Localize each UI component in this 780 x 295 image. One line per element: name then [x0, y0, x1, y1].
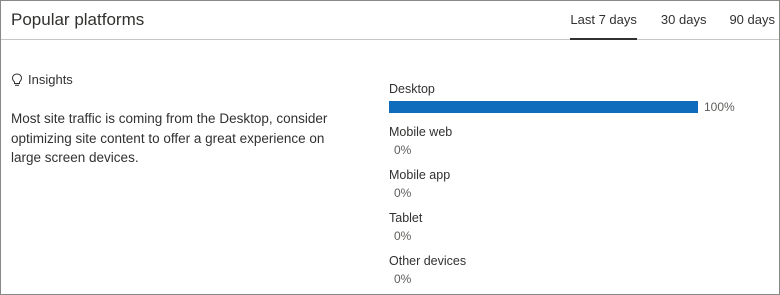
platform-label: Mobile web — [389, 125, 453, 139]
insights-heading: Insights — [11, 72, 73, 87]
platform-percent: 0% — [394, 229, 412, 243]
platform-percent: 0% — [394, 272, 412, 286]
platform-bar-track — [389, 144, 698, 156]
platform-percent: 100% — [704, 100, 735, 114]
time-range-tabs: Last 7 days 30 days 90 days — [570, 1, 775, 40]
tab-last-7-days[interactable]: Last 7 days — [570, 1, 637, 40]
platform-row: Mobile web 0% — [389, 123, 769, 166]
platform-bar-track — [389, 187, 698, 199]
platform-label: Other devices — [389, 254, 467, 268]
platform-bar-track — [389, 273, 698, 285]
platform-label: Mobile app — [389, 168, 451, 182]
card-title: Popular platforms — [11, 10, 145, 29]
platform-row: Tablet 0% — [389, 209, 769, 252]
platform-row: Mobile app 0% — [389, 166, 769, 209]
platform-row: Desktop 100% — [389, 80, 769, 123]
platform-bar-track — [389, 230, 698, 242]
platform-label: Tablet — [389, 211, 423, 225]
tab-90-days[interactable]: 90 days — [729, 1, 775, 40]
platform-percent: 0% — [394, 143, 412, 157]
platform-bar — [389, 101, 698, 113]
platform-percent: 0% — [394, 186, 412, 200]
card-header: Popular platforms Last 7 days 30 days 90… — [1, 1, 779, 40]
platform-label: Desktop — [389, 82, 435, 96]
platform-bar-track — [389, 101, 698, 113]
lightbulb-icon — [11, 72, 23, 86]
platform-list: Desktop 100% Mobile web 0% Mobile app 0% Table… — [389, 80, 769, 295]
insights-label: Insights — [28, 72, 73, 87]
insight-message: Most site traffic is coming from the Des… — [11, 111, 328, 165]
platform-row: Other devices 0% — [389, 252, 769, 295]
tab-30-days[interactable]: 30 days — [661, 1, 707, 40]
popular-platforms-card: Popular platforms Last 7 days 30 days 90… — [0, 0, 780, 295]
